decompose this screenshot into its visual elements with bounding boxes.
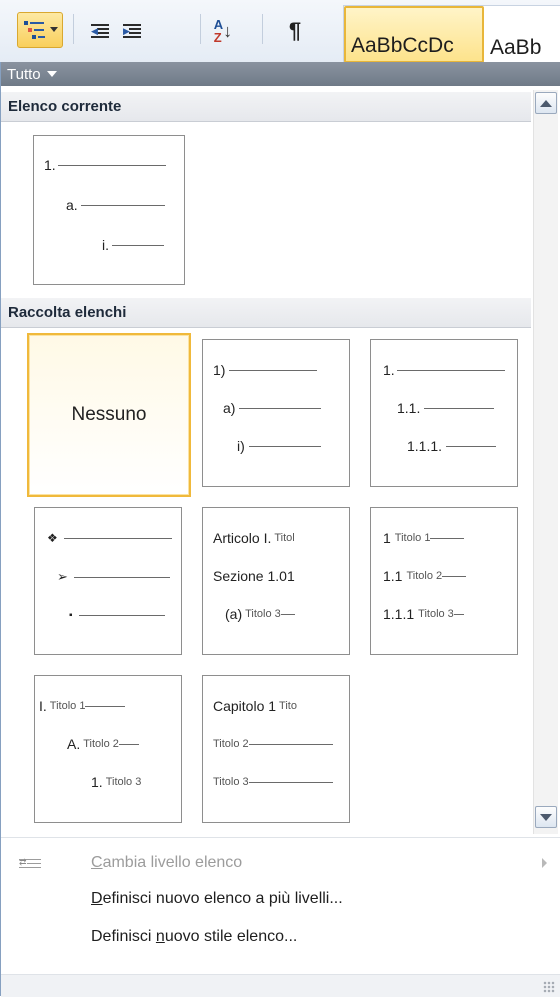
change-level-icon: ⇄: [19, 855, 41, 871]
quick-styles-gallery[interactable]: AaBbCcDc AaBb: [343, 5, 560, 63]
heading-label: Titolo 3: [418, 608, 454, 620]
scroll-up-button[interactable]: [535, 92, 557, 114]
heading-label: Titolo 1: [49, 700, 86, 712]
grip-icon: [543, 981, 555, 993]
heading-label: Tito: [279, 700, 297, 712]
decrease-indent-button[interactable]: ◀: [86, 14, 114, 48]
level-number: Capitolo 1: [213, 698, 277, 714]
none-label: Nessuno: [71, 404, 147, 425]
ribbon-paragraph-group: ◀ ▶ A Z ↓ ¶ AaBbCcDc AaBb: [0, 0, 560, 63]
list-style-roman[interactable]: I. Titolo 1 A. Titolo 2 1. Titolo 3: [34, 675, 182, 823]
level-number: i): [237, 438, 245, 454]
heading-label: Titolo 3: [105, 776, 142, 788]
level-number: Articolo I.: [213, 530, 272, 546]
level-number: 1.1: [383, 568, 403, 584]
menu-separator: [1, 837, 560, 838]
heading-label: Titolo 2: [213, 738, 249, 750]
list-style-chapter[interactable]: Capitolo 1 Tito Titolo 2 Titolo 3: [202, 675, 350, 823]
heading-label: Titol: [274, 532, 295, 544]
level-number: 1: [383, 530, 391, 546]
level-number: 1.1.1: [383, 606, 415, 622]
heading-label: Titolo 2: [406, 570, 443, 582]
multilevel-list-button[interactable]: [17, 12, 63, 48]
list-style-heading-numbered[interactable]: 1 Titolo 1 1.1 Titolo 2 1.1.1 Titolo 3: [370, 507, 518, 655]
multilevel-list-dropdown: Tutto Elenco corrente 1. a. i. Raccolta …: [0, 62, 560, 997]
list-style-decimal[interactable]: 1. 1.1. 1.1.1.: [370, 339, 518, 487]
level-number: Sezione 1.01: [213, 568, 295, 584]
level-number: a.: [66, 197, 78, 213]
define-list-style-item[interactable]: Definisci nuovo stile elenco...: [1, 920, 560, 954]
arrow-down-icon: [540, 813, 552, 821]
bullet-square-icon: ▪: [69, 609, 73, 621]
heading-label: Titolo 3: [245, 608, 281, 620]
change-list-level-item[interactable]: ⇄ Cambia livello elenco: [1, 846, 560, 880]
section-header-current-list: Elenco corrente: [1, 92, 531, 122]
level-number: a): [223, 400, 236, 416]
list-filter-dropdown[interactable]: Tutto: [1, 62, 560, 86]
list-style-paren[interactable]: 1) a) i): [202, 339, 350, 487]
list-style-article-section[interactable]: Articolo I. Titol Sezione 1.01 (a) Titolo …: [202, 507, 350, 655]
level-number: 1.1.: [397, 400, 421, 416]
show-formatting-marks-button[interactable]: ¶: [280, 14, 310, 48]
toolbar-separator: [262, 14, 263, 44]
multilevel-list-icon: [24, 19, 46, 41]
level-number: 1.: [383, 362, 395, 378]
filter-label: Tutto: [7, 65, 41, 83]
increase-indent-icon: ▶: [123, 22, 141, 40]
level-number: I.: [39, 698, 47, 714]
style-tile-normal[interactable]: AaBbCcDc: [344, 6, 484, 63]
chevron-down-icon: [50, 27, 58, 32]
heading-label: Titolo 3: [213, 776, 249, 788]
current-list-tile[interactable]: 1. a. i.: [33, 135, 185, 285]
pilcrow-icon: ¶: [288, 18, 302, 43]
section-header-list-library: Raccolta elenchi: [1, 298, 531, 328]
sort-button[interactable]: A Z ↓: [208, 14, 238, 48]
toolbar-separator: [73, 14, 74, 44]
resize-grip[interactable]: [1, 974, 560, 997]
sort-az-icon: A Z ↓: [213, 17, 233, 45]
increase-indent-button[interactable]: ▶: [118, 14, 146, 48]
decrease-indent-icon: ◀: [91, 22, 109, 40]
toolbar-separator: [200, 14, 201, 44]
level-number: A.: [67, 736, 81, 752]
heading-label: Titolo 1: [394, 532, 431, 544]
level-number: (a): [225, 606, 243, 622]
level-number: 1.: [44, 157, 56, 173]
bullet-arrow-icon: ➢: [57, 569, 68, 584]
list-style-bullets[interactable]: ❖ ➢ ▪: [34, 507, 182, 655]
gallery-scrollbar[interactable]: [533, 90, 558, 834]
heading-label: Titolo 2: [83, 738, 119, 750]
bullet-diamond-icon: ❖: [47, 531, 58, 545]
level-number: 1.1.1.: [407, 438, 443, 454]
level-number: 1): [213, 362, 226, 378]
scroll-down-button[interactable]: [535, 806, 557, 828]
list-style-none[interactable]: Nessuno: [27, 333, 191, 497]
arrow-up-icon: [540, 99, 552, 107]
level-number: i.: [102, 237, 109, 253]
style-tile-no-spacing[interactable]: AaBb: [488, 6, 560, 63]
define-multilevel-list-item[interactable]: Definisci nuovo elenco a più livelli...: [1, 882, 560, 916]
level-number: 1.: [91, 774, 103, 790]
chevron-down-icon: [46, 71, 57, 77]
chevron-right-icon: [542, 858, 547, 868]
